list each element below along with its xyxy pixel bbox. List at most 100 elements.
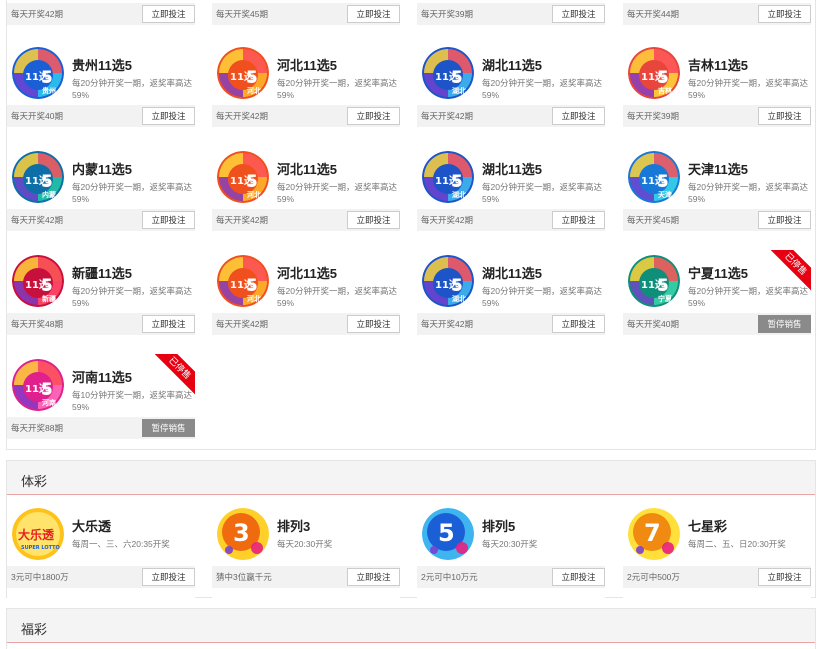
svg-text:湖北: 湖北 [452,86,466,95]
lottery-logo-icon[interactable]: 11选 5 河北 [217,255,269,307]
lottery-name[interactable]: 湖北11选5 [482,55,542,74]
lottery-logo-icon[interactable]: 11选 5 河北 [217,151,269,203]
lottery-name[interactable]: 宁夏11选5 [688,263,748,282]
svg-text:河北: 河北 [247,190,261,199]
lottery-logo-icon[interactable]: 11选 5 湖北 [422,47,474,99]
lottery-card[interactable]: 11选 5 湖北 湖北11选5 每20分钟开奖一期，返奖率高达59% 每天开奖42期 立即投… [417,42,605,137]
lottery-logo-icon[interactable]: 11选 5 内蒙 [12,151,64,203]
lottery-card[interactable]: 11选 5 内蒙 内蒙11选5 每20分钟开奖一期，返奖率高达59% 每天开奖42期 立即投… [7,146,195,241]
lottery-name[interactable]: 吉林11选5 [688,55,748,74]
bet-now-button[interactable]: 立即投注 [142,211,195,229]
lottery-card[interactable]: 大乐透 SUPER LOTTO 大乐透 每周一、三、六20:35开奖 3元可中1800万… [7,503,195,598]
card-footer: 每天开奖42期 立即投注 [212,209,400,231]
card-footer: 每天开奖88期 暂停销售 [7,417,195,439]
lottery-card[interactable]: 11选 5 河南 河南11选5 每10分钟开奖一期，返奖率高达59% 已停售 每天开奖88期… [7,354,195,449]
bet-now-button[interactable]: 立即投注 [552,107,605,125]
lottery-logo-icon[interactable]: 大乐透 SUPER LOTTO [12,508,64,560]
lottery-name[interactable]: 湖北11选5 [482,263,542,282]
card-footer: 每天开奖42期 立即投注 [7,3,195,25]
lottery-logo-icon[interactable]: 11选 5 湖北 [422,255,474,307]
suspended-button[interactable]: 暂停销售 [142,419,195,437]
lottery-name[interactable]: 排列3 [277,516,310,535]
lottery-card[interactable]: 3 排列3 每天20:30开奖 猜中3位赢千元 立即投注 [212,503,400,598]
bet-now-button[interactable]: 立即投注 [758,5,811,23]
lottery-name[interactable]: 新疆11选5 [72,263,132,282]
lottery-card[interactable]: 5 排列5 每天20:30开奖 2元可中10万元 立即投注 [417,503,605,598]
bet-now-button[interactable]: 立即投注 [552,211,605,229]
lottery-card[interactable]: 11选 5 贵州 贵州11选5 每20分钟开奖一期，返奖率高达59% 每天开奖40期 立即投… [7,42,195,137]
lottery-logo-icon[interactable]: 11选 5 贵州 [12,47,64,99]
lottery-card[interactable]: 11选 5 河北 河北11选5 每20分钟开奖一期，返奖率高达59% 每天开奖42期 立即投… [212,42,400,137]
lottery-logo-icon[interactable]: 11选 5 河北 [217,47,269,99]
suspended-button[interactable]: 暂停销售 [758,315,811,333]
lottery-description: 每20分钟开奖一期，返奖率高达59% [277,182,397,204]
lottery-name[interactable]: 大乐透 [72,516,111,535]
lottery-name[interactable]: 天津11选5 [688,159,748,178]
bet-now-button[interactable]: 立即投注 [347,315,400,333]
svg-text:7: 7 [644,519,661,547]
card-footer: 每天开奖48期 立即投注 [7,313,195,335]
lottery-logo-icon[interactable]: 11选 5 湖北 [422,151,474,203]
lottery-card[interactable]: 11选 5 吉林 吉林11选5 每20分钟开奖一期，返奖率高达59% 每天开奖39期 立即投… [623,42,811,137]
lottery-logo-icon[interactable]: 11选 5 天津 [628,151,680,203]
lottery-logo-icon[interactable]: 3 [217,508,269,560]
lottery-name[interactable]: 贵州11选5 [72,55,132,74]
bet-now-button[interactable]: 立即投注 [552,5,605,23]
draw-info: 每天开奖42期 [216,319,268,329]
bet-now-button[interactable]: 立即投注 [552,315,605,333]
svg-text:河北: 河北 [247,86,261,95]
lottery-card[interactable]: 11选 5 河北 河北11选5 每20分钟开奖一期，返奖率高达59% 每天开奖42期 立即投… [212,250,400,345]
lottery-logo-icon[interactable]: 11选 5 吉林 [628,47,680,99]
svg-text:5: 5 [451,172,463,192]
bet-now-button[interactable]: 立即投注 [758,107,811,125]
draw-info: 每天开奖42期 [421,111,473,121]
bet-now-button[interactable]: 立即投注 [347,107,400,125]
lottery-name[interactable]: 河北11选5 [277,263,337,282]
draw-info: 每天开奖42期 [11,215,63,225]
lottery-card[interactable]: 11选 5 新疆 新疆11选5 每20分钟开奖一期，返奖率高达59% 每天开奖48期 立即投… [7,250,195,345]
lottery-name[interactable]: 河北11选5 [277,159,337,178]
lottery-logo-icon[interactable]: 11选 5 河南 [12,359,64,411]
svg-text:河北: 河北 [247,294,261,303]
bet-now-button[interactable]: 立即投注 [347,568,400,586]
lottery-card[interactable]: 11选 5 河北 河北11选5 每20分钟开奖一期，返奖率高达59% 每天开奖42期 立即投… [212,146,400,241]
top-card[interactable]: 每天开奖44期 立即投注 [623,0,811,28]
lottery-card[interactable]: 11选 5 天津 天津11选5 每20分钟开奖一期，返奖率高达59% 每天开奖45期 立即投… [623,146,811,241]
lottery-logo-icon[interactable]: 5 [422,508,474,560]
lottery-card[interactable]: 11选 5 湖北 湖北11选5 每20分钟开奖一期，返奖率高达59% 每天开奖42期 立即投… [417,146,605,241]
top-card[interactable]: 每天开奖39期 立即投注 [417,0,605,28]
bet-now-button[interactable]: 立即投注 [758,211,811,229]
card-footer: 2元可中500万 立即投注 [623,566,811,588]
lottery-name[interactable]: 河南11选5 [72,367,132,386]
svg-text:5: 5 [451,68,463,88]
lottery-logo-icon[interactable]: 11选 5 宁夏 [628,255,680,307]
draw-info: 每天开奖40期 [627,319,679,329]
lottery-name[interactable]: 七星彩 [688,516,727,535]
draw-info: 每天开奖42期 [216,111,268,121]
bet-now-button[interactable]: 立即投注 [347,211,400,229]
bet-now-button[interactable]: 立即投注 [142,107,195,125]
lottery-name[interactable]: 河北11选5 [277,55,337,74]
bet-now-button[interactable]: 立即投注 [142,5,195,23]
draw-info: 每天开奖44期 [627,9,679,19]
card-footer: 每天开奖42期 立即投注 [417,105,605,127]
bet-now-button[interactable]: 立即投注 [758,568,811,586]
card-footer: 每天开奖40期 暂停销售 [623,313,811,335]
lottery-card[interactable]: 11选 5 宁夏 宁夏11选5 每20分钟开奖一期，返奖率高达59% 已停售 每天开奖40期… [623,250,811,345]
bet-now-button[interactable]: 立即投注 [142,315,195,333]
lottery-logo-icon[interactable]: 7 [628,508,680,560]
svg-text:5: 5 [451,276,463,296]
bet-now-button[interactable]: 立即投注 [347,5,400,23]
bet-now-button[interactable]: 立即投注 [142,568,195,586]
top-card[interactable]: 每天开奖42期 立即投注 [7,0,195,28]
bet-now-button[interactable]: 立即投注 [552,568,605,586]
lottery-card[interactable]: 7 七星彩 每周二、五、日20:30开奖 2元可中500万 立即投注 [623,503,811,598]
lottery-name[interactable]: 湖北11选5 [482,159,542,178]
svg-text:河南: 河南 [42,398,56,407]
lottery-logo-icon[interactable]: 11选 5 新疆 [12,255,64,307]
draw-info: 3元可中1800万 [11,572,69,582]
lottery-name[interactable]: 排列5 [482,516,515,535]
top-card[interactable]: 每天开奖45期 立即投注 [212,0,400,28]
lottery-name[interactable]: 内蒙11选5 [72,159,132,178]
lottery-card[interactable]: 11选 5 湖北 湖北11选5 每20分钟开奖一期，返奖率高达59% 每天开奖42期 立即投… [417,250,605,345]
